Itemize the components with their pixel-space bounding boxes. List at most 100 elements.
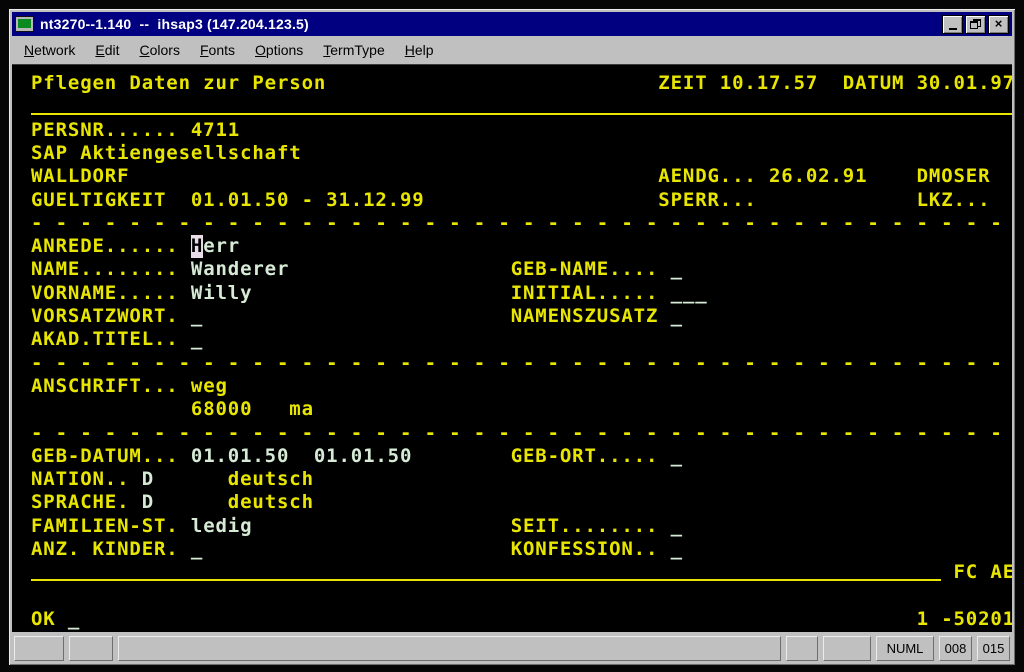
menu-item-network[interactable]: Network [14,39,85,61]
text-cursor[interactable]: H [191,235,203,258]
terminal-text: weg [191,375,228,398]
terminal-row: NAME........ Wanderer GEB-NAME.... _ [31,258,1012,281]
input-field[interactable]: _ [191,328,203,351]
terminal-text: - - - - - - - - - - - - - - - - - - - - … [31,212,1003,235]
terminal-text: OK [31,608,56,631]
menu-item-fonts[interactable]: Fonts [190,39,245,61]
terminal-text: LKZ... [917,189,991,212]
separator-line [31,579,941,581]
terminal-text: NAME........ [31,258,179,281]
terminal-text: DATUM 30.01.97 [843,72,1012,95]
terminal-text: NAMENSZUSATZ [511,305,659,328]
terminal-text: deutsch [228,468,314,491]
terminal-text: GEB-DATUM... [31,445,179,468]
terminal-row: ANSCHRIFT...weg [31,375,1012,398]
input-field[interactable]: ___ [671,282,708,305]
minimize-button[interactable] [942,15,963,34]
terminal-text: FAMILIEN-ST. [31,515,179,538]
terminal-row: - - - - - - - - - - - - - - - - - - - - … [31,212,1012,235]
status-bar: NUML 008 015 [12,635,1012,662]
terminal-text: VORSATZWORT. [31,305,179,328]
terminal-row: Pflegen Daten zur Person ZEIT 10.17.57 DAT… [31,72,1012,95]
input-field[interactable]: _ [671,305,683,328]
input-field[interactable]: _ [671,538,683,561]
terminal-row: ANZ. KINDER. _ KONFESSION.. _ [31,538,1012,561]
terminal-row [31,585,1012,608]
terminal-row: VORNAME..... Willy INITIAL..... ___ [31,282,1012,305]
terminal-row: FAMILIEN-ST. ledig SEIT........ _ [31,515,1012,538]
terminal-text: VORNAME..... [31,282,179,305]
close-icon: × [995,17,1003,30]
terminal-row: VORSATZWORT. _ NAMENSZUSATZ _ [31,305,1012,328]
terminal-text: ZEIT 10.17.57 [658,72,818,95]
input-field[interactable]: _ [671,445,683,468]
terminal-screen[interactable]: Pflegen Daten zur Person ZEIT 10.17.57 DAT… [12,64,1012,632]
menu-item-termtype[interactable]: TermType [313,39,394,61]
terminal-row: OK _ 1 -50201 [31,608,1012,631]
restore-icon [970,19,981,29]
numlock-indicator: NUML [876,636,934,661]
input-field[interactable]: D [142,468,154,491]
input-field[interactable]: 01.01.50 01.01.50 [191,445,412,468]
input-field[interactable]: ledig [191,515,253,538]
status-panel [14,636,64,661]
window-controls: × [942,15,1009,34]
cursor-column-indicator: 015 [977,636,1010,661]
input-field[interactable]: Willy [191,282,253,305]
terminal-row: 68000 ma [31,398,1012,421]
menu-item-edit[interactable]: Edit [85,39,129,61]
terminal-text: DMOSER [917,165,991,188]
terminal-row [31,95,1012,118]
terminal-row: GEB-DATUM... 01.01.50 01.01.50 GEB-ORT....… [31,445,1012,468]
terminal-row: AKAD.TITEL.. _ [31,328,1012,351]
terminal-text: NATION.. [31,468,129,491]
terminal-text: ANREDE...... [31,235,179,258]
terminal-row: WALLDORF AENDG... 26.02.91 DMOSER [31,165,1012,188]
minimize-icon [949,28,957,30]
terminal-text: AENDG... 26.02.91 [658,165,867,188]
terminal-text: SPRACHE. [31,491,129,514]
terminal-row: SAP Aktiengesellschaft [31,142,1012,165]
terminal-row: PERSNR...... 4711 [31,119,1012,142]
separator-line [31,113,1012,115]
menu-item-options[interactable]: Options [245,39,313,61]
terminal-row: NATION.. Ddeutsch [31,468,1012,491]
input-field[interactable]: Wanderer [191,258,289,281]
terminal-text: SEIT........ [511,515,659,538]
app-window: nt3270--1.140 -- ihsap3 (147.204.123.5) … [8,8,1016,666]
terminal-text: GEB-NAME.... [511,258,659,281]
input-field[interactable]: D [142,491,154,514]
terminal-text: INITIAL..... [511,282,659,305]
terminal-text: GUELTIGKEIT 01.01.50 - 31.12.99 [31,189,425,212]
terminal-text: 1 -50201 [917,608,1012,631]
input-field[interactable]: _ [68,608,80,631]
terminal-text: ANZ. KINDER. [31,538,179,561]
input-field[interactable]: _ [671,515,683,538]
terminal-row: ANREDE...... Herr [31,235,1012,258]
terminal-row: - - - - - - - - - - - - - - - - - - - - … [31,352,1012,375]
terminal-text: PERSNR...... 4711 [31,119,240,142]
menu-item-help[interactable]: Help [395,39,444,61]
close-button[interactable]: × [988,15,1009,34]
terminal-text: SPERR... [658,189,756,212]
terminal-row: FC AE [31,561,1012,584]
input-field[interactable]: err [203,235,240,258]
menu-item-colors[interactable]: Colors [130,39,190,61]
terminal-text: WALLDORF [31,165,129,188]
status-message-panel [118,636,781,661]
terminal-text: AKAD.TITEL.. [31,328,179,351]
terminal-text: Pflegen Daten zur Person [31,72,326,95]
terminal-row: - - - - - - - - - - - - - - - - - - - - … [31,422,1012,445]
terminal-row: GUELTIGKEIT 01.01.50 - 31.12.99 SPERR... L… [31,189,1012,212]
input-field[interactable]: _ [191,538,203,561]
terminal-text: 68000 ma [191,398,314,421]
title-bar[interactable]: nt3270--1.140 -- ihsap3 (147.204.123.5) … [12,12,1012,36]
terminal-text: KONFESSION.. [511,538,659,561]
input-field[interactable]: _ [671,258,683,281]
input-field[interactable]: _ [191,305,203,328]
terminal-text: GEB-ORT..... [511,445,659,468]
terminal-text: - - - - - - - - - - - - - - - - - - - - … [31,352,1003,375]
status-panel [69,636,113,661]
restore-button[interactable] [965,15,986,34]
status-panel [823,636,871,661]
